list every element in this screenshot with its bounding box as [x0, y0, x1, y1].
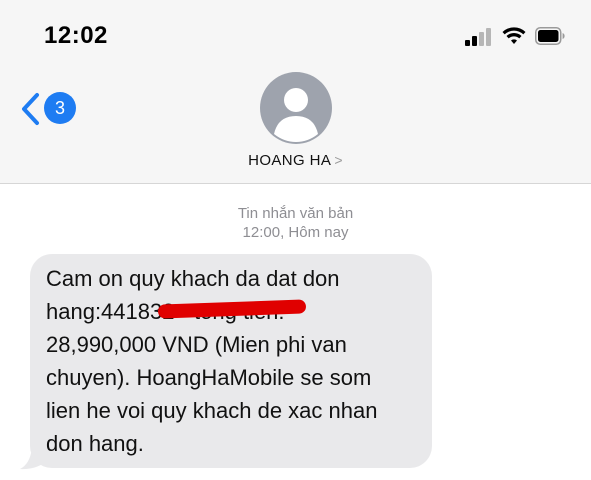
contact-avatar[interactable] [260, 72, 332, 144]
message-timestamp: 12:00, Hôm nay [242, 224, 349, 241]
status-icons [465, 26, 565, 46]
contact-name-button[interactable]: HOANG HA > [0, 152, 591, 169]
chevron-left-icon [22, 93, 39, 125]
status-time: 12:02 [44, 22, 108, 49]
messages-screen: 12:02 3 HOANG HA > Tin nhắn văn bản 12:0… [0, 0, 591, 480]
service-label: Tin nhắn văn bản [237, 205, 354, 222]
back-button[interactable]: 3 [20, 90, 80, 130]
chevron-right-icon: > [334, 152, 343, 168]
person-icon [274, 88, 318, 142]
incoming-message-bubble[interactable]: Cam on quy khach da dat don hang:441832 … [30, 254, 432, 468]
message-text: Cam on quy khach da dat don hang:441832 … [46, 266, 378, 456]
unread-count-badge: 3 [44, 92, 76, 124]
thread-meta: Tin nhắn văn bản 12:00, Hôm nay [0, 204, 591, 242]
wifi-icon [502, 27, 526, 44]
cellular-signal-icon [465, 26, 495, 46]
conversation-header: 12:02 3 HOANG HA > [0, 0, 591, 184]
contact-name: HOANG HA [248, 152, 332, 169]
battery-icon [535, 27, 565, 45]
